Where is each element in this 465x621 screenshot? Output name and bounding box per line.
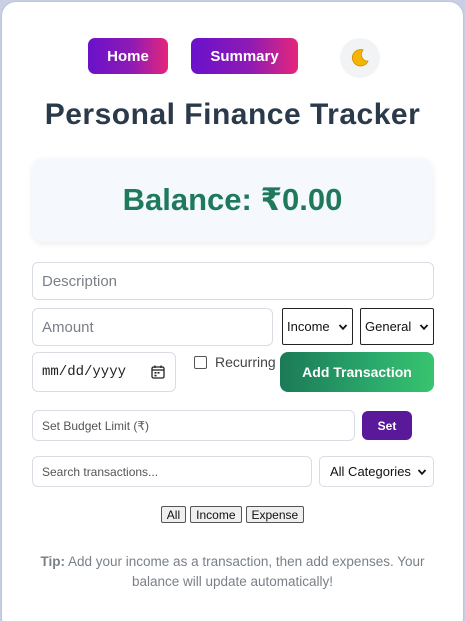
filter-all-button[interactable]: All bbox=[160, 506, 187, 523]
calendar-icon[interactable] bbox=[151, 365, 165, 379]
category-select[interactable]: General bbox=[360, 308, 434, 345]
description-input[interactable]: Description bbox=[32, 262, 434, 300]
date-placeholder: mm/dd/yyyy bbox=[42, 364, 127, 380]
date-input[interactable]: mm/dd/yyyy bbox=[32, 352, 176, 392]
search-input[interactable]: Search transactions... bbox=[32, 456, 312, 487]
filter-expense-button[interactable]: Expense bbox=[245, 506, 305, 523]
tip-body: Add your income as a transaction, then a… bbox=[65, 554, 425, 589]
filter-buttons: All Income Expense bbox=[2, 506, 463, 523]
category-value: General bbox=[365, 319, 412, 334]
filter-income-button[interactable]: Income bbox=[190, 506, 242, 523]
transaction-type-value: Income bbox=[287, 319, 330, 334]
chevron-down-icon bbox=[338, 323, 348, 330]
category-filter-select[interactable]: All Categories bbox=[319, 456, 434, 487]
home-button[interactable]: Home bbox=[88, 38, 168, 74]
page-title: Personal Finance Tracker bbox=[44, 98, 421, 131]
theme-toggle-button[interactable] bbox=[340, 38, 380, 78]
recurring-option[interactable]: Recurring bbox=[194, 354, 276, 370]
chevron-down-icon bbox=[419, 323, 429, 330]
recurring-checkbox[interactable] bbox=[194, 355, 207, 369]
tip-text: Tip: Add your income as a transaction, t… bbox=[22, 552, 443, 592]
amount-input[interactable]: Amount bbox=[32, 308, 273, 346]
recurring-label: Recurring bbox=[215, 354, 276, 370]
app-card: Home Summary Personal Finance Tracker Ba… bbox=[2, 2, 463, 621]
chevron-down-icon bbox=[417, 468, 427, 475]
transaction-type-select[interactable]: Income bbox=[282, 308, 353, 345]
budget-limit-input[interactable]: Set Budget Limit (₹) bbox=[32, 410, 355, 441]
add-transaction-button[interactable]: Add Transaction bbox=[280, 352, 434, 392]
summary-button[interactable]: Summary bbox=[191, 38, 298, 74]
moon-icon bbox=[351, 49, 369, 67]
set-budget-button[interactable]: Set bbox=[362, 411, 412, 440]
balance-display: Balance: ₹0.00 bbox=[32, 158, 433, 242]
tip-label: Tip: bbox=[40, 554, 66, 569]
category-filter-value: All Categories bbox=[330, 464, 411, 479]
